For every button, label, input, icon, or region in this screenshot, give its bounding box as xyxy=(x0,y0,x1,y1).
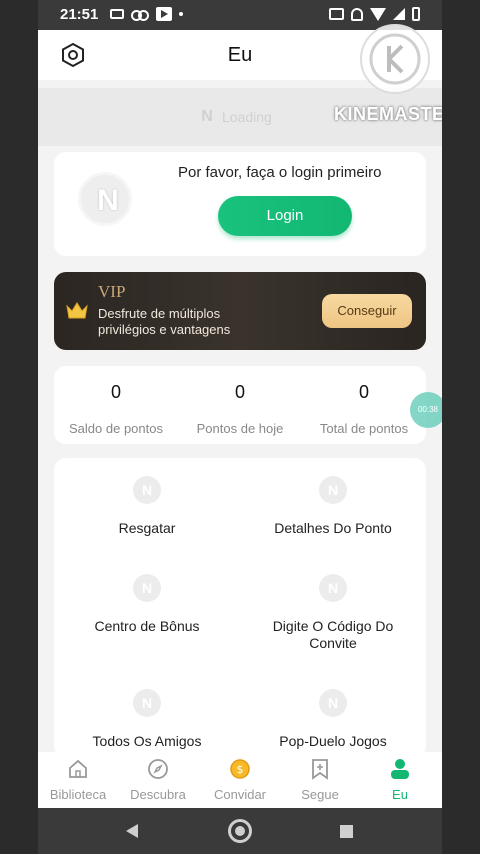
home-button-icon[interactable] xyxy=(228,819,252,843)
nav-label: Convidar xyxy=(213,787,267,802)
stat-value: 0 xyxy=(358,382,369,402)
nav-item-me[interactable]: Eu xyxy=(360,758,440,802)
stat-label: Pontos de hoje xyxy=(196,421,284,436)
loading-indicator: N Loading xyxy=(198,108,272,126)
nav-label: Segue xyxy=(301,787,339,802)
vip-get-button[interactable]: Conseguir xyxy=(322,294,412,328)
menu-label: Centro de Bônus xyxy=(94,618,200,634)
status-right-icons xyxy=(329,7,420,21)
voicemail-icon xyxy=(131,9,149,21)
bottom-nav: Biblioteca Descubra $ Convidar Segue Eu xyxy=(38,752,442,808)
back-icon[interactable] xyxy=(126,824,138,838)
menu-label: Detalhes Do Ponto xyxy=(274,520,392,536)
bonus-center-icon xyxy=(133,574,161,602)
games-icon xyxy=(319,689,347,717)
n-logo-icon: N xyxy=(201,108,213,125)
menu-item-redeem[interactable]: Resgatar xyxy=(54,476,240,537)
kinemaster-logo xyxy=(360,24,430,94)
cast-off-icon xyxy=(329,8,344,20)
nav-item-follow[interactable]: Segue xyxy=(280,758,360,802)
menu-label: Pop-Duelo Jogos xyxy=(279,733,387,749)
app-screen: 21:51 Eu N Loading N Por favor, faça o l… xyxy=(38,0,442,854)
menu-item-bonus-center[interactable]: Centro de Bônus xyxy=(54,574,240,635)
menu-item-invite-code[interactable]: Digite O Código Do Convite xyxy=(240,574,426,652)
menu-item-point-details[interactable]: Detalhes Do Ponto xyxy=(240,476,426,537)
menu-label: Todos Os Amigos xyxy=(92,733,202,749)
nav-label: Biblioteca xyxy=(49,787,107,802)
stat-value: 0 xyxy=(110,382,121,402)
stat-value: 0 xyxy=(234,382,245,402)
floating-timer-bubble[interactable]: 00:38 xyxy=(410,392,442,428)
menu-item-all-friends[interactable]: Todos Os Amigos xyxy=(54,689,240,750)
nav-item-invite[interactable]: $ Convidar xyxy=(200,758,280,802)
redeem-icon xyxy=(133,476,161,504)
recent-apps-icon[interactable] xyxy=(340,825,353,838)
login-prompt: Por favor, faça o login primeiro xyxy=(178,164,382,181)
person-icon xyxy=(391,759,409,779)
avatar[interactable]: N xyxy=(78,172,132,226)
menu-label: Resgatar xyxy=(118,520,176,536)
nav-label: Descubra xyxy=(130,787,186,802)
menu-label: Digite O Código Do Convite xyxy=(272,618,394,651)
status-time: 21:51 xyxy=(60,6,99,23)
signal-icon xyxy=(393,8,405,20)
vip-banner[interactable]: VIP Desfrute de múltiplos privilégios e … xyxy=(54,272,426,350)
video-icon xyxy=(110,9,124,19)
play-store-icon xyxy=(156,7,172,21)
mute-icon xyxy=(351,7,363,21)
home-icon xyxy=(69,759,87,778)
stat-label: Saldo de pontos xyxy=(69,421,163,436)
battery-icon xyxy=(412,7,420,21)
login-card: N Por favor, faça o login primeiro Login xyxy=(54,152,426,256)
menu-item-pop-duel-games[interactable]: Pop-Duelo Jogos xyxy=(240,689,426,750)
kinemaster-logo-icon xyxy=(369,33,421,85)
crown-icon xyxy=(66,302,88,319)
kinemaster-watermark-text: KINEMASTER xyxy=(334,104,442,124)
vip-description: Desfrute de múltiplos privilégios e vant… xyxy=(98,306,231,337)
dot-icon xyxy=(179,12,183,16)
compass-icon xyxy=(148,759,168,779)
system-nav-bar xyxy=(38,808,442,854)
stat-label: Total de pontos xyxy=(319,421,409,436)
stat-balance[interactable]: 0 Saldo de pontos xyxy=(54,382,178,436)
loading-text: Loading xyxy=(222,109,272,125)
stat-today[interactable]: 0 Pontos de hoje xyxy=(178,382,302,436)
points-stats: 0 Saldo de pontos 0 Pontos de hoje 0 Tot… xyxy=(54,366,426,444)
stat-total[interactable]: 0 Total de pontos xyxy=(302,382,426,436)
point-details-icon xyxy=(319,476,347,504)
friends-icon xyxy=(133,689,161,717)
status-left-icons xyxy=(110,7,183,21)
bookmark-plus-icon xyxy=(312,759,328,780)
avatar-logo: N xyxy=(97,184,119,217)
nav-item-discover[interactable]: Descubra xyxy=(118,758,198,802)
menu-grid: Resgatar Detalhes Do Ponto Centro de Bôn… xyxy=(54,458,426,758)
vip-title: VIP xyxy=(98,282,126,301)
nav-label: Eu xyxy=(392,787,408,802)
coin-icon: $ xyxy=(230,759,250,779)
login-button[interactable]: Login xyxy=(218,196,352,236)
wifi-icon xyxy=(370,7,386,21)
nav-item-library[interactable]: Biblioteca xyxy=(38,758,118,802)
svg-text:$: $ xyxy=(237,763,244,776)
invite-code-icon xyxy=(319,574,347,602)
